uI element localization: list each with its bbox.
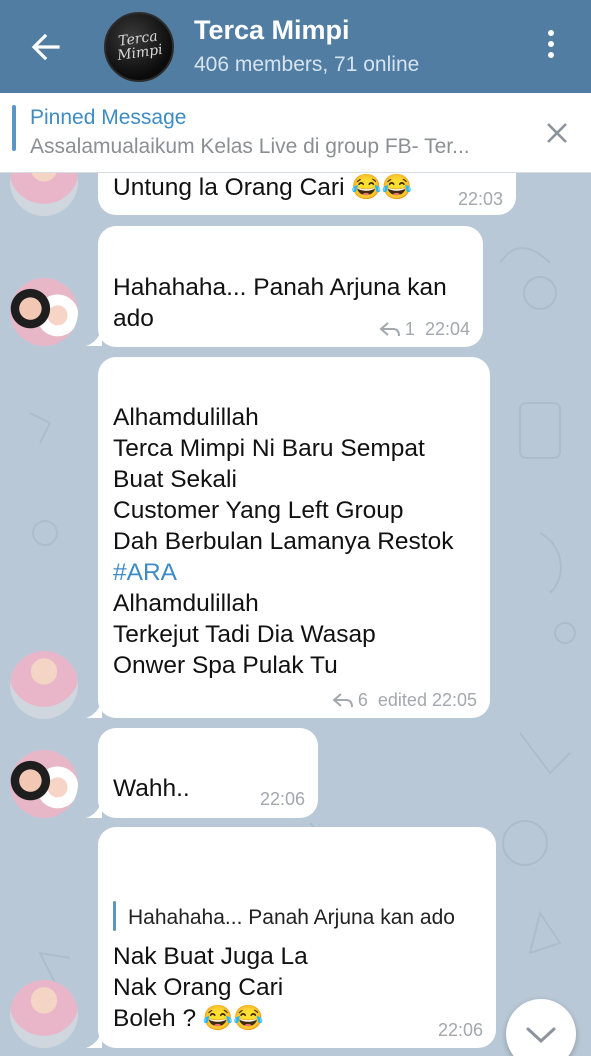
reply-quote-text[interactable]: Hahahaha... Panah Arjuna kan ado <box>128 906 455 930</box>
scroll-down-button[interactable] <box>506 999 576 1056</box>
message-bubble[interactable]: Hahahaha... Panah Arjuna kan ado Nak Bua… <box>98 827 496 1048</box>
back-arrow-icon[interactable] <box>28 30 62 64</box>
message-text-part: Alhamdulillah Terca Mimpi Ni Baru Sempat… <box>113 404 454 555</box>
reply-quote-bar <box>113 901 116 931</box>
reply-icon <box>332 693 353 707</box>
message-time: 22:04 <box>424 319 470 339</box>
message-time: 22:06 <box>437 1020 483 1040</box>
chat-title[interactable]: Terca Mimpi <box>194 15 350 46</box>
message-time: 22:03 <box>457 189 503 209</box>
pinned-text: Assalamualaikum Kelas Live di group FB- … <box>30 135 470 158</box>
chat-header: Terca Mimpi Terca Mimpi 406 members, 71 … <box>0 0 591 93</box>
message-time: 22:06 <box>259 789 305 809</box>
message-bubble[interactable]: Hahahaha... Panah Arjuna kan ado 1 22:04 <box>98 226 483 347</box>
sender-avatar[interactable] <box>10 278 78 346</box>
close-icon[interactable] <box>545 121 569 145</box>
message-bubble[interactable]: Untung la Orang Cari 😂😂 22:03 <box>98 173 516 215</box>
hashtag-link[interactable]: #ARA <box>113 559 177 586</box>
sender-avatar[interactable] <box>10 980 78 1048</box>
reply-icon <box>379 322 400 336</box>
message-list[interactable]: Untung la Orang Cari 😂😂 22:03 Hahahaha..… <box>0 173 591 1056</box>
group-logo-text: Terca Mimpi <box>116 28 164 65</box>
group-avatar[interactable]: Terca Mimpi <box>104 12 174 82</box>
reply-count: 1 <box>404 319 415 339</box>
pinned-title: Pinned Message <box>30 106 187 129</box>
message-text: Nak Buat Juga La Nak Orang Cari Boleh ? … <box>113 943 308 1032</box>
message-meta: 1 22:04 <box>379 319 470 340</box>
message-text: Alhamdulillah Terca Mimpi Ni Baru Sempat… <box>113 402 453 681</box>
chat-subtitle: 406 members, 71 online <box>194 53 420 76</box>
message-text: Wahh.. <box>113 775 190 802</box>
message-text: Untung la Orang Cari 😂😂 <box>113 174 413 201</box>
message-time: edited 22:05 <box>377 690 477 710</box>
message-bubble[interactable]: Alhamdulillah Terca Mimpi Ni Baru Sempat… <box>98 357 490 718</box>
sender-avatar[interactable] <box>10 651 78 719</box>
message-bubble[interactable]: Wahh.. 22:06 <box>98 728 318 818</box>
reply-count: 6 <box>357 690 368 710</box>
chevron-down-icon <box>526 1027 556 1044</box>
message-meta: 6 edited 22:05 <box>332 690 477 711</box>
more-vert-icon[interactable] <box>540 30 562 64</box>
sender-avatar[interactable] <box>10 750 78 818</box>
pinned-accent-bar <box>12 105 16 151</box>
pinned-message-bar[interactable]: Pinned Message Assalamualaikum Kelas Liv… <box>0 93 591 173</box>
message-text-part: Alhamdulillah Terkejut Tadi Dia Wasap On… <box>113 590 376 679</box>
